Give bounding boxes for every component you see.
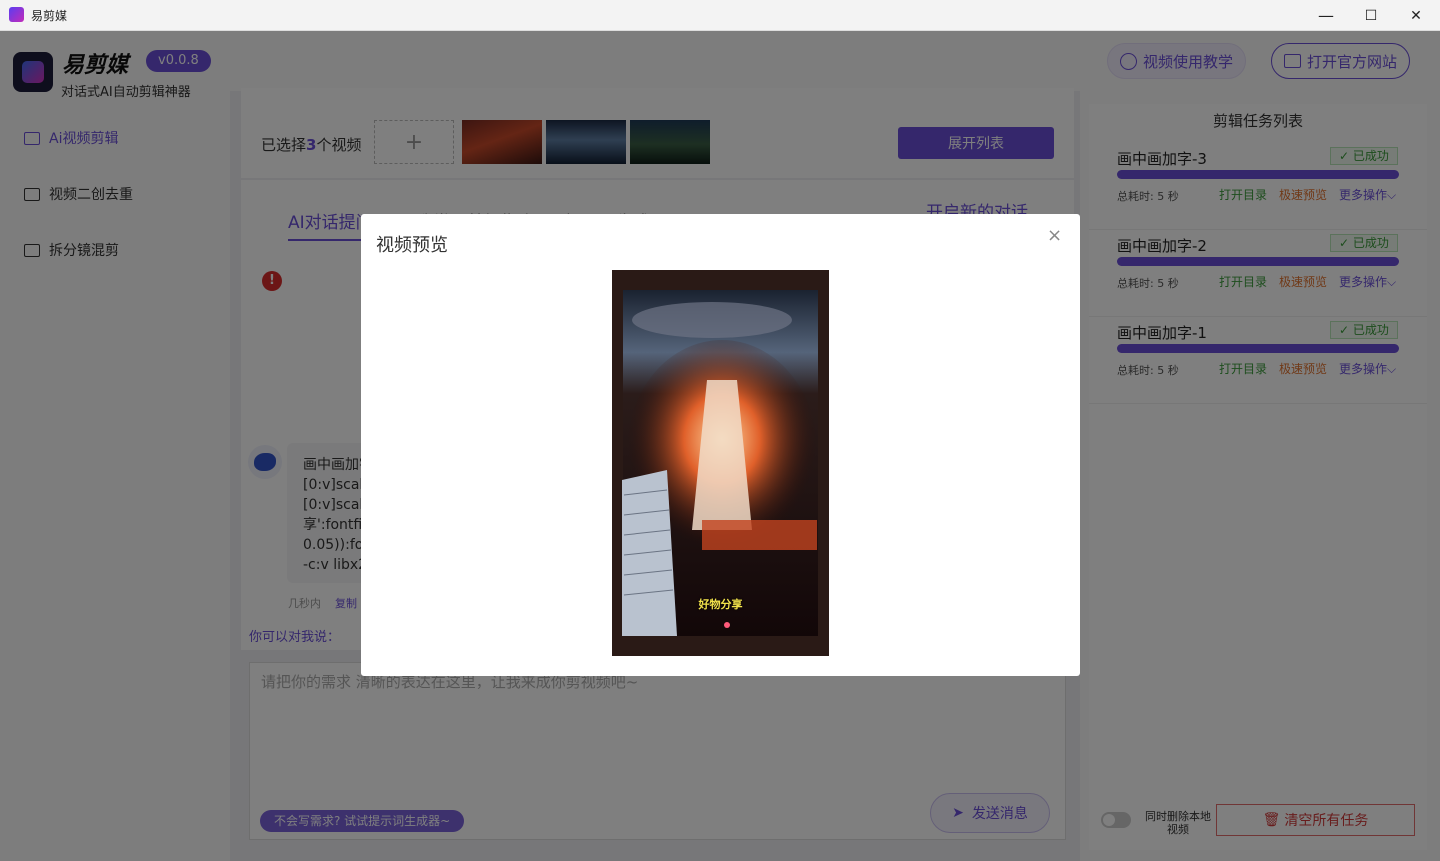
modal-title: 视频预览 <box>376 235 448 256</box>
video-caption: 好物分享 <box>698 598 743 611</box>
title-bar: 易剪媒 — ☐ ✕ <box>0 0 1440 31</box>
app-icon <box>9 7 24 22</box>
window-title: 易剪媒 <box>31 9 68 23</box>
video-player[interactable]: 好物分享 <box>612 270 829 656</box>
video-preview-modal: 视频预览 × 好物分享 <box>361 214 1080 676</box>
maximize-button[interactable]: ☐ <box>1348 0 1394 31</box>
minimize-button[interactable]: — <box>1303 0 1349 31</box>
close-icon[interactable]: × <box>1047 225 1062 246</box>
close-button[interactable]: ✕ <box>1393 0 1439 31</box>
